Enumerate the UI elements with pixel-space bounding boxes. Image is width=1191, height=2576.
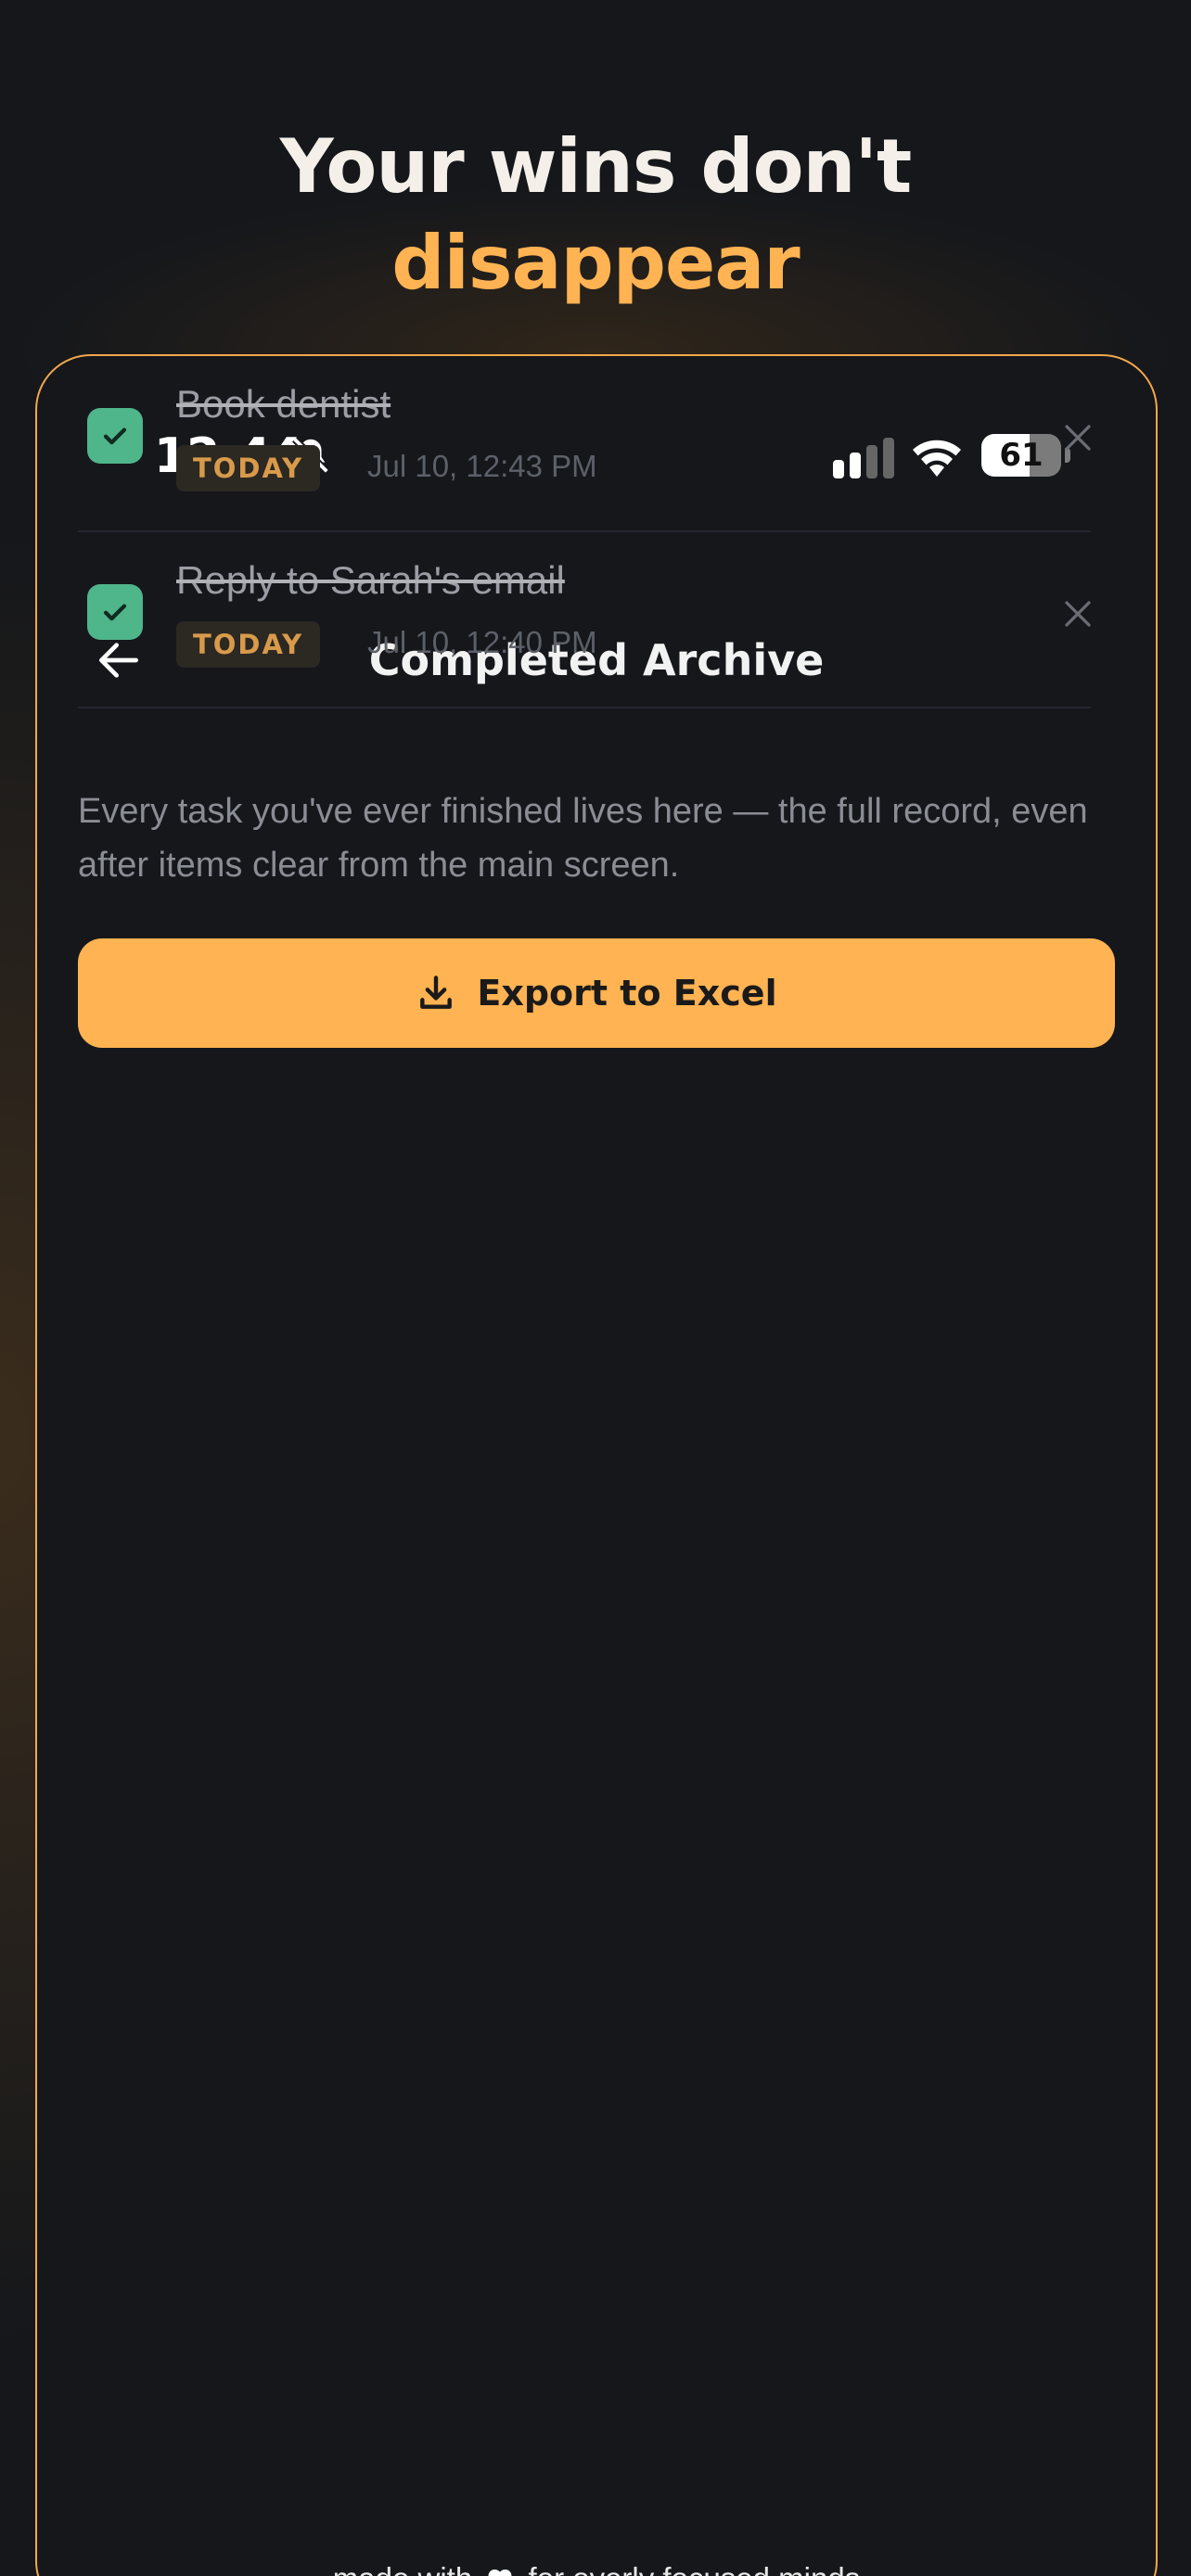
list-item: Reply to Sarah's email TODAY Jul 10, 12:… <box>78 532 1091 708</box>
list-item: Book dentist TODAY Jul 10, 12:43 PM <box>78 356 1091 532</box>
task-title: Book dentist <box>176 382 391 426</box>
close-icon[interactable] <box>1061 597 1095 631</box>
headline-line-2: disappear <box>391 220 800 306</box>
footer-text-after: for overly focused minds <box>529 2561 861 2576</box>
footer-text-before: made with <box>333 2561 472 2576</box>
task-title: Reply to Sarah's email <box>176 558 565 602</box>
task-timestamp: Jul 10, 12:43 PM <box>367 449 597 483</box>
task-badge: TODAY <box>176 445 321 491</box>
promo-stage: Your wins don't disappear 12:44 <box>0 0 1191 2576</box>
task-checkbox[interactable] <box>87 584 143 640</box>
promo-headline: Your wins don't disappear <box>0 119 1191 312</box>
export-button-label: Export to Excel <box>477 973 777 1014</box>
task-timestamp: Jul 10, 12:40 PM <box>367 625 597 659</box>
heart-icon <box>488 2570 512 2576</box>
phone-frame: 12:44 61 <box>35 354 1158 2576</box>
download-icon <box>420 976 453 1009</box>
export-excel-button[interactable]: Export to Excel <box>78 938 1115 1048</box>
headline-line-1: Your wins don't <box>279 123 912 210</box>
footer-tagline: made with for overly focused minds <box>37 2561 1156 2576</box>
task-checkbox[interactable] <box>87 408 143 464</box>
checkmark-icon <box>103 604 127 621</box>
task-badge: TODAY <box>176 621 321 668</box>
checkmark-icon <box>103 427 127 445</box>
page-description: Every task you've ever finished lives he… <box>78 792 1088 885</box>
close-icon[interactable] <box>1061 421 1095 454</box>
